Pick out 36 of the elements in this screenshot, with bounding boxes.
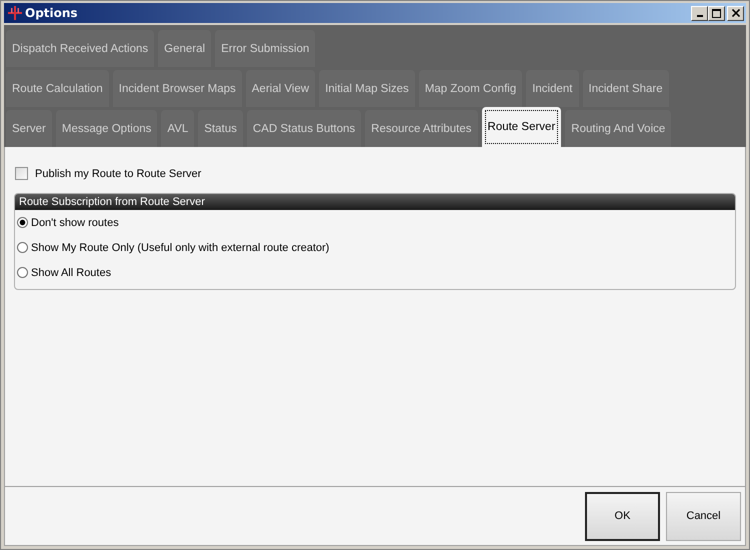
dialog-button[interactable]: Cancel: [666, 492, 741, 540]
tab[interactable]: Message Options: [56, 110, 158, 147]
cross-icon: [8, 6, 22, 20]
group-header: Route Subscription from Route Server: [15, 194, 735, 210]
radio-label: Show My Route Only (Useful only with external route creator): [31, 242, 330, 254]
checkbox[interactable]: [15, 167, 28, 180]
radio-label: Show All Routes: [31, 266, 112, 278]
maximize-icon: [712, 8, 721, 18]
maximize-button[interactable]: [708, 6, 725, 20]
tab[interactable]: Incident Browser Maps: [112, 70, 242, 107]
tab[interactable]: Initial Map Sizes: [319, 70, 415, 107]
tab[interactable]: Server: [6, 110, 52, 147]
window-title: Options: [25, 6, 78, 20]
close-icon: [732, 9, 740, 17]
tab[interactable]: AVL: [161, 110, 194, 147]
tab[interactable]: Incident Share: [582, 70, 669, 107]
tab[interactable]: Dispatch Received Actions: [6, 30, 154, 67]
tab[interactable]: Resource Attributes: [365, 110, 478, 147]
dialog-button[interactable]: OK: [585, 492, 660, 540]
tab[interactable]: Routing And Voice: [565, 110, 672, 147]
checkbox-label: Publish my Route to Route Server: [35, 168, 202, 180]
tab[interactable]: Route Server: [482, 107, 562, 147]
tab[interactable]: Status: [198, 110, 243, 147]
tab[interactable]: CAD Status Buttons: [246, 110, 362, 147]
radio-button[interactable]: [17, 267, 28, 278]
tab[interactable]: Error Submission: [215, 30, 316, 67]
radio-button[interactable]: [17, 217, 28, 228]
tab[interactable]: General: [158, 30, 212, 67]
minimize-button[interactable]: [691, 6, 708, 20]
tab[interactable]: Map Zoom Config: [418, 70, 522, 107]
radio-button[interactable]: [17, 242, 28, 253]
tab[interactable]: Aerial View: [246, 70, 316, 107]
tab[interactable]: Incident: [526, 70, 578, 107]
tab[interactable]: Route Calculation: [6, 70, 109, 107]
radio-label: Don't show routes: [31, 216, 119, 228]
close-button[interactable]: [727, 6, 744, 20]
